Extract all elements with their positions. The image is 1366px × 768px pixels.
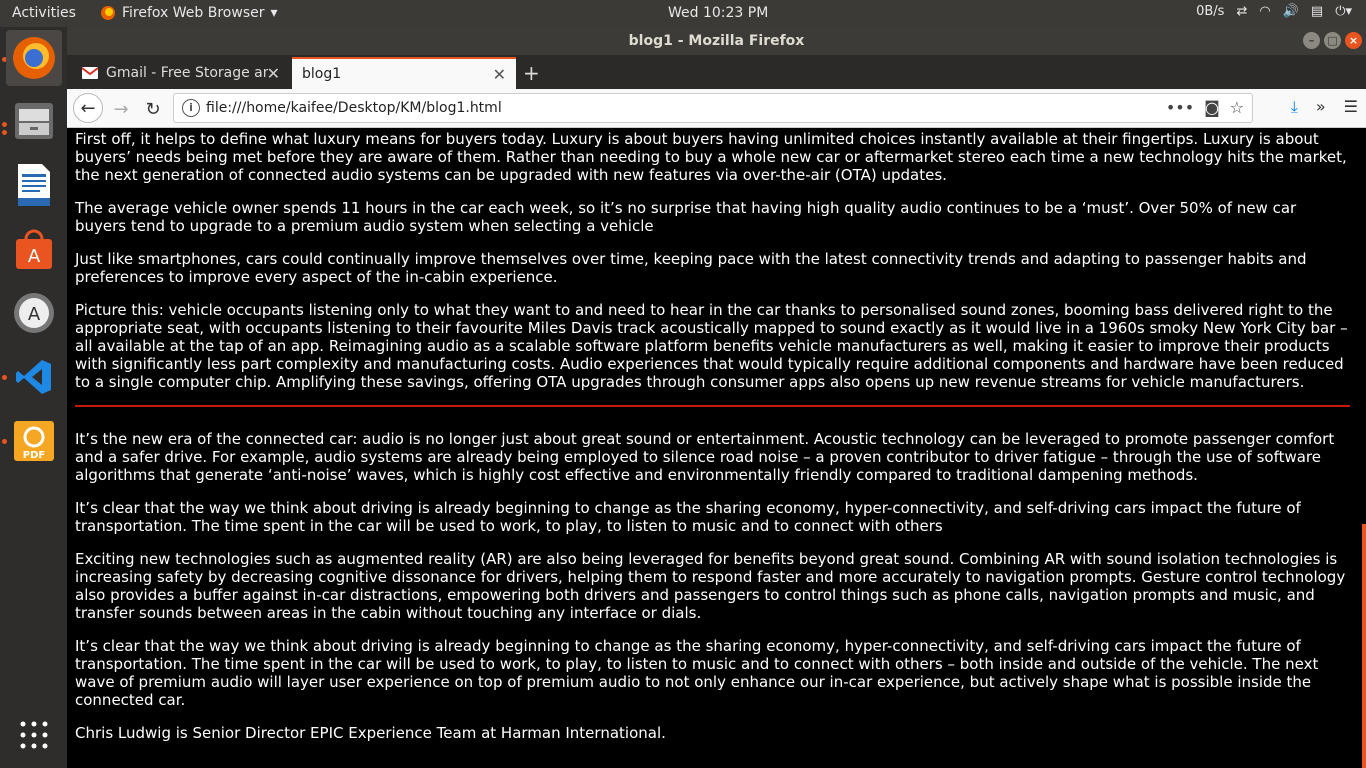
clipboard-icon: ▤	[1310, 4, 1324, 19]
download-icon[interactable]: ⤓	[1291, 97, 1298, 117]
forward-button[interactable]: →	[107, 95, 135, 123]
bookmark-star-icon[interactable]: ☆	[1230, 98, 1244, 117]
gmail-icon	[82, 67, 98, 79]
clock[interactable]: Wed 10:23 PM	[668, 5, 768, 21]
window-title-bar[interactable]: blog1 - Mozilla Firefox – □ ×	[67, 27, 1366, 55]
article-paragraph: It’s clear that the way we think about d…	[75, 499, 1301, 535]
vscode-icon	[16, 360, 51, 394]
new-tab-button[interactable]: +	[523, 61, 540, 85]
section-divider	[75, 405, 1350, 407]
window-title: blog1 - Mozilla Firefox	[628, 33, 805, 49]
article-paragraph: Just like smartphones, cars could contin…	[75, 250, 1307, 286]
tab-title: blog1	[302, 66, 342, 82]
hamburger-menu-icon[interactable]: ☰	[1344, 97, 1358, 117]
writer-document-icon	[18, 164, 50, 206]
top-bar: Activities Firefox Web Browser ▾ Wed 10:…	[0, 0, 1366, 27]
overflow-chevron-icon[interactable]: »	[1316, 97, 1326, 117]
info-icon[interactable]: i	[182, 99, 200, 117]
libreoffice-writer-launcher[interactable]	[6, 157, 62, 213]
launcher-dock: A A PDF	[0, 27, 67, 768]
reload-icon: ↻	[145, 98, 161, 120]
article-paragraph: It’s the new era of the connected car: a…	[75, 430, 1335, 484]
tab-strip: Gmail - Free Storage and ✕ blog1 ✕ +	[67, 55, 1366, 89]
vscode-launcher[interactable]	[6, 349, 62, 405]
article-paragraph: Exciting new technologies such as augmen…	[75, 550, 1346, 622]
software-updater-launcher[interactable]: A	[6, 285, 62, 341]
pdf-editor-launcher[interactable]: PDF	[6, 413, 62, 469]
article-paragraph: The average vehicle owner spends 11 hour…	[75, 199, 1297, 235]
firefox-launcher[interactable]	[6, 30, 62, 86]
firefox-icon	[101, 6, 115, 20]
software-center-launcher[interactable]: A	[6, 221, 62, 277]
tab-gmail[interactable]: Gmail - Free Storage and ✕	[72, 57, 290, 89]
svg-text:PDF: PDF	[23, 450, 45, 461]
file-cabinet-icon	[15, 103, 53, 139]
files-launcher[interactable]	[6, 93, 62, 149]
close-tab-icon[interactable]: ✕	[493, 65, 506, 84]
article-paragraph: It’s clear that the way we think about d…	[75, 637, 1319, 709]
updater-icon: A	[14, 293, 54, 333]
app-name: Firefox Web Browser	[122, 5, 265, 21]
page-content[interactable]: First off, it helps to define what luxur…	[67, 129, 1366, 768]
volume-icon: 🔊	[1282, 4, 1299, 19]
activities-button[interactable]: Activities	[12, 5, 76, 21]
chevron-down-icon: ▾	[270, 5, 278, 21]
app-grid-icon	[20, 721, 48, 749]
close-window-button[interactable]: ×	[1345, 32, 1362, 49]
toolbar-right: ⤓ » ☰	[1291, 97, 1358, 117]
pdf-icon: PDF	[14, 421, 54, 461]
scrollbar-thumb[interactable]	[1362, 524, 1366, 768]
back-button[interactable]: ←	[73, 93, 103, 123]
maximize-button[interactable]: □	[1324, 32, 1341, 49]
tab-blog1[interactable]: blog1 ✕	[292, 57, 516, 89]
close-tab-icon[interactable]: ✕	[267, 64, 280, 83]
net-speed: 0B/s	[1196, 4, 1225, 19]
svg-text:A: A	[28, 304, 41, 325]
show-applications-button[interactable]	[6, 707, 62, 763]
app-menu[interactable]: Firefox Web Browser ▾	[100, 5, 278, 21]
author-byline: Chris Ludwig is Senior Director EPIC Exp…	[75, 724, 666, 742]
arrow-left-icon: ←	[80, 97, 96, 119]
url-bar[interactable]: i file:///home/kaifee/Desktop/KM/blog1.h…	[173, 93, 1253, 123]
page-actions-icon[interactable]: •••	[1166, 98, 1194, 117]
firefox-icon	[13, 37, 55, 79]
minimize-button[interactable]: –	[1303, 32, 1320, 49]
svg-text:A: A	[28, 246, 41, 267]
wifi-icon: ◠	[1259, 4, 1271, 19]
window-controls: – □ ×	[1303, 32, 1362, 49]
power-menu-icon[interactable]: ⏻▾	[1335, 4, 1352, 19]
url-text[interactable]: file:///home/kaifee/Desktop/KM/blog1.htm…	[206, 100, 502, 116]
navigation-toolbar: ← → ↻ i file:///home/kaifee/Desktop/KM/b…	[67, 89, 1366, 128]
arrow-right-icon: →	[113, 98, 129, 120]
pocket-icon[interactable]: ◙	[1204, 98, 1220, 117]
tab-title: Gmail - Free Storage and	[106, 65, 268, 81]
system-tray[interactable]: 0B/s ⇄ ◠ 🔊 ▤ ⏻▾	[1196, 4, 1352, 19]
shopping-bag-icon: A	[16, 229, 52, 269]
url-actions: ••• ◙ ☆	[1166, 98, 1244, 117]
transfer-icon: ⇄	[1236, 4, 1248, 19]
article-paragraph: First off, it helps to define what luxur…	[75, 130, 1347, 184]
article: First off, it helps to define what luxur…	[75, 129, 1350, 757]
article-paragraph: Picture this: vehicle occupants listenin…	[75, 301, 1348, 391]
reload-button[interactable]: ↻	[139, 95, 167, 123]
